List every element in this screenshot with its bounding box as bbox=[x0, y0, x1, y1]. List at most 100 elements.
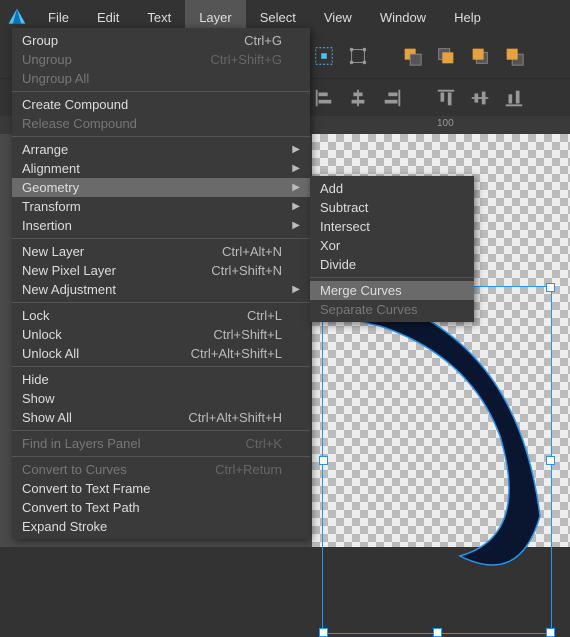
menu-item-lock[interactable]: Lock Ctrl+L bbox=[12, 306, 310, 325]
handle-bottom-left[interactable] bbox=[319, 628, 328, 637]
menu-item-label: Alignment bbox=[22, 161, 80, 176]
submenu-item-merge-curves[interactable]: Merge Curves bbox=[310, 281, 474, 300]
arrange-backward-icon[interactable] bbox=[432, 42, 460, 70]
menu-item-show[interactable]: Show bbox=[12, 389, 310, 408]
menu-separator bbox=[12, 136, 310, 137]
menu-item-label: Geometry bbox=[22, 180, 79, 195]
menu-item-label: Lock bbox=[22, 308, 49, 323]
menu-shortcut: Ctrl+K bbox=[246, 436, 282, 451]
menu-item-label: Expand Stroke bbox=[22, 519, 107, 534]
menu-item-geometry[interactable]: Geometry ▶ bbox=[12, 178, 310, 197]
menu-item-create-compound[interactable]: Create Compound bbox=[12, 95, 310, 114]
menu-item-label: Convert to Text Frame bbox=[22, 481, 150, 496]
menu-item-new-adjustment[interactable]: New Adjustment▶ bbox=[12, 280, 310, 299]
submenu-arrow-icon: ▶ bbox=[292, 163, 300, 174]
handle-bottom-right[interactable] bbox=[546, 628, 555, 637]
submenu-item-label: Add bbox=[320, 181, 343, 196]
menu-item-expand-stroke[interactable]: Expand Stroke bbox=[12, 517, 310, 536]
menu-item-label: New Pixel Layer bbox=[22, 263, 116, 278]
menu-item-ungroup: Ungroup Ctrl+Shift+G bbox=[12, 50, 310, 69]
submenu-item-label: Divide bbox=[320, 257, 356, 272]
menu-view[interactable]: View bbox=[310, 0, 366, 34]
menu-item-unlock[interactable]: Unlock Ctrl+Shift+L bbox=[12, 325, 310, 344]
menu-item-label: Group bbox=[22, 33, 58, 48]
menu-item-convert-to-curves: Convert to Curves Ctrl+Return bbox=[12, 460, 310, 479]
menu-separator bbox=[12, 430, 310, 431]
transform-icon[interactable] bbox=[344, 42, 372, 70]
menu-item-convert-to-text-frame[interactable]: Convert to Text Frame bbox=[12, 479, 310, 498]
submenu-item-label: Separate Curves bbox=[320, 302, 418, 317]
menu-item-convert-to-text-path[interactable]: Convert to Text Path bbox=[12, 498, 310, 517]
menu-item-alignment[interactable]: Alignment ▶ bbox=[12, 159, 310, 178]
menu-item-label: Ungroup All bbox=[22, 71, 89, 86]
menu-item-unlock-all[interactable]: Unlock All Ctrl+Alt+Shift+L bbox=[12, 344, 310, 363]
menu-shortcut: Ctrl+Shift+G bbox=[210, 52, 282, 67]
menu-shortcut: Ctrl+L bbox=[247, 308, 282, 323]
submenu-arrow-icon: ▶ bbox=[292, 220, 300, 231]
align-top-icon[interactable] bbox=[432, 84, 460, 112]
align-bottom-icon[interactable] bbox=[500, 84, 528, 112]
handle-bottom-middle[interactable] bbox=[433, 628, 442, 637]
menu-item-label: Unlock bbox=[22, 327, 62, 342]
arrange-back-icon[interactable] bbox=[398, 42, 426, 70]
submenu-item-label: Xor bbox=[320, 238, 340, 253]
submenu-item-xor[interactable]: Xor bbox=[310, 236, 474, 255]
menu-help[interactable]: Help bbox=[440, 0, 495, 34]
layer-menu-dropdown: GroupCtrl+G Ungroup Ctrl+Shift+G Ungroup Al… bbox=[12, 28, 310, 539]
menu-item-label: Create Compound bbox=[22, 97, 128, 112]
submenu-item-label: Intersect bbox=[320, 219, 370, 234]
submenu-arrow-icon: ▶ bbox=[292, 182, 300, 193]
menu-item-label: Ungroup bbox=[22, 52, 72, 67]
submenu-item-label: Merge Curves bbox=[320, 283, 402, 298]
menu-item-show-all[interactable]: Show AllCtrl+Alt+Shift+H bbox=[12, 408, 310, 427]
menu-item-label: Show All bbox=[22, 410, 72, 425]
menu-item-insertion[interactable]: Insertion▶ bbox=[12, 216, 310, 235]
menu-item-new-pixel-layer[interactable]: New Pixel Layer Ctrl+Shift+N bbox=[12, 261, 310, 280]
snap-pixel-icon[interactable] bbox=[310, 42, 338, 70]
menu-separator bbox=[12, 302, 310, 303]
menu-item-group[interactable]: GroupCtrl+G bbox=[12, 31, 310, 50]
submenu-item-add[interactable]: Add bbox=[310, 179, 474, 198]
menu-item-label: Show bbox=[22, 391, 55, 406]
ruler-tick-label: 100 bbox=[437, 118, 454, 129]
menu-shortcut: Ctrl+Shift+L bbox=[213, 327, 282, 342]
menu-shortcut: Ctrl+Shift+N bbox=[211, 263, 282, 278]
submenu-item-divide[interactable]: Divide bbox=[310, 255, 474, 274]
submenu-item-label: Subtract bbox=[320, 200, 368, 215]
menu-separator bbox=[12, 91, 310, 92]
menu-item-hide[interactable]: Hide bbox=[12, 370, 310, 389]
menu-item-ungroup-all: Ungroup All bbox=[12, 69, 310, 88]
menu-shortcut: Ctrl+Alt+Shift+L bbox=[191, 346, 282, 361]
menu-item-label: New Adjustment bbox=[22, 282, 116, 297]
menu-item-release-compound: Release Compound bbox=[12, 114, 310, 133]
menu-item-label: Find in Layers Panel bbox=[22, 436, 141, 451]
menu-item-label: Arrange bbox=[22, 142, 68, 157]
menu-item-arrange[interactable]: Arrange ▶ bbox=[12, 140, 310, 159]
menu-item-find-in-layers-panel: Find in Layers Panel Ctrl+K bbox=[12, 434, 310, 453]
menu-item-label: Convert to Curves bbox=[22, 462, 127, 477]
arrange-front-icon[interactable] bbox=[500, 42, 528, 70]
menu-separator bbox=[12, 456, 310, 457]
submenu-item-intersect[interactable]: Intersect bbox=[310, 217, 474, 236]
menu-separator bbox=[310, 277, 474, 278]
submenu-arrow-icon: ▶ bbox=[292, 144, 300, 155]
menu-shortcut: Ctrl+Alt+N bbox=[222, 244, 282, 259]
align-center-h-icon[interactable] bbox=[344, 84, 372, 112]
submenu-item-subtract[interactable]: Subtract bbox=[310, 198, 474, 217]
align-center-v-icon[interactable] bbox=[466, 84, 494, 112]
submenu-item-separate-curves: Separate Curves bbox=[310, 300, 474, 319]
menu-item-label: Unlock All bbox=[22, 346, 79, 361]
menu-separator bbox=[12, 366, 310, 367]
align-right-icon[interactable] bbox=[378, 84, 406, 112]
menu-item-label: Convert to Text Path bbox=[22, 500, 140, 515]
menu-item-label: Hide bbox=[22, 372, 49, 387]
menu-item-label: Transform bbox=[22, 199, 81, 214]
menu-item-new-layer[interactable]: New Layer Ctrl+Alt+N bbox=[12, 242, 310, 261]
menu-shortcut: Ctrl+Return bbox=[215, 462, 282, 477]
menu-item-label: New Layer bbox=[22, 244, 84, 259]
menu-window[interactable]: Window bbox=[366, 0, 440, 34]
align-left-icon[interactable] bbox=[310, 84, 338, 112]
geometry-submenu: Add Subtract Intersect Xor Divide Merge Curve… bbox=[310, 176, 474, 322]
arrange-forward-icon[interactable] bbox=[466, 42, 494, 70]
menu-item-transform[interactable]: Transform▶ bbox=[12, 197, 310, 216]
